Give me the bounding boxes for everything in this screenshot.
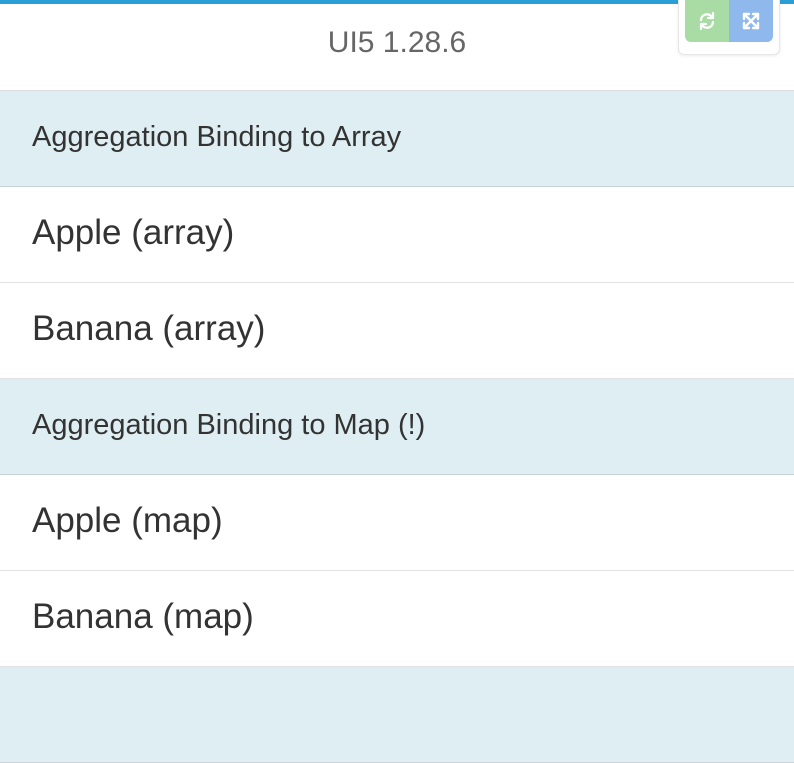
list-item-label: Apple (map) [32, 501, 223, 540]
group-header-map: Aggregation Binding to Map (!) [0, 379, 794, 475]
grouped-list: Aggregation Binding to Array Apple (arra… [0, 91, 794, 763]
list-item[interactable]: Apple (array) [0, 187, 794, 283]
list-item-label: Apple (array) [32, 213, 235, 252]
group-header-label: Aggregation Binding to Array [32, 121, 402, 153]
list-item-label: Banana (array) [32, 309, 266, 348]
page-header: UI5 1.28.6 [0, 4, 794, 91]
list-item[interactable]: Banana (map) [0, 571, 794, 667]
group-header-next [0, 667, 794, 763]
fullscreen-button[interactable] [729, 0, 773, 42]
refresh-icon [699, 11, 715, 31]
group-header-label: Aggregation Binding to Map (!) [32, 409, 426, 441]
fullscreen-icon [742, 12, 760, 30]
page-title: UI5 1.28.6 [327, 26, 467, 59]
list-item[interactable]: Banana (array) [0, 283, 794, 379]
list-item-label: Banana (map) [32, 597, 254, 636]
corner-toolbar [678, 0, 780, 55]
group-header-array: Aggregation Binding to Array [0, 91, 794, 187]
list-item[interactable]: Apple (map) [0, 475, 794, 571]
refresh-button[interactable] [685, 0, 729, 42]
